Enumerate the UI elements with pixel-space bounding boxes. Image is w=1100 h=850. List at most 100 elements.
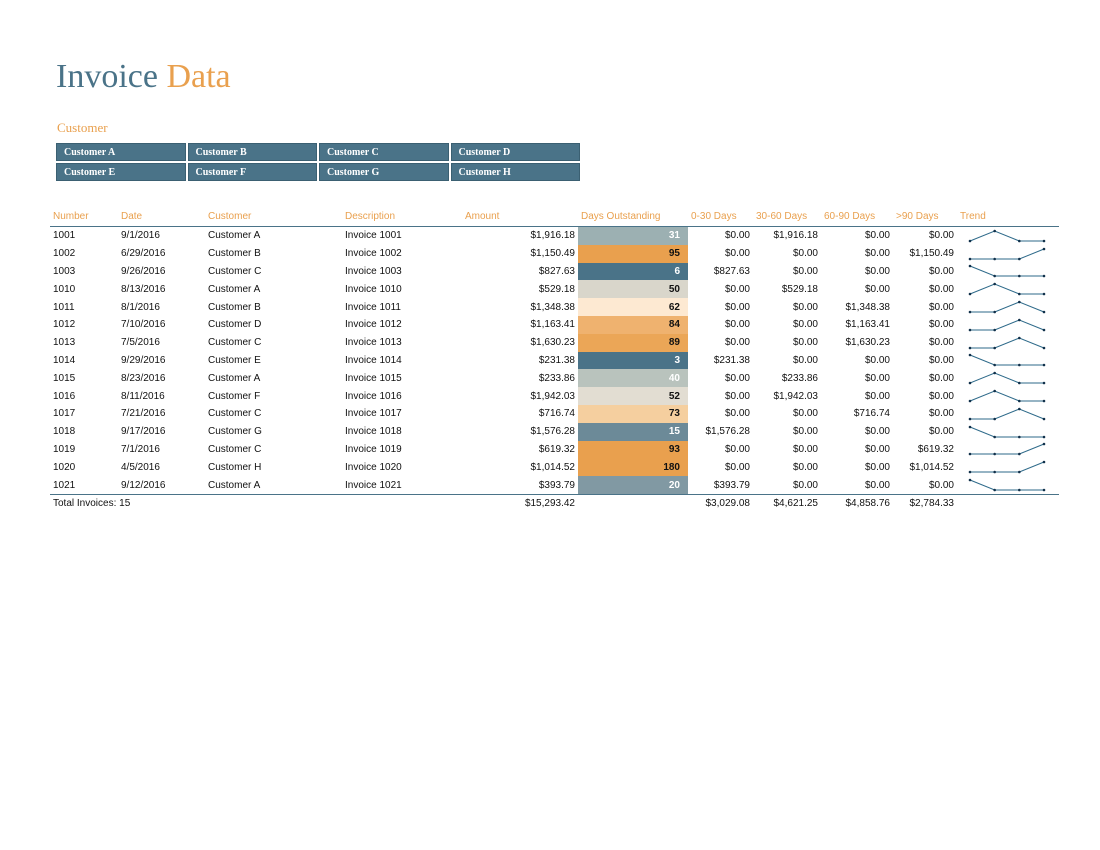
cell-60-90-days[interactable]: $0.00	[821, 476, 893, 494]
slicer-item-customer-a[interactable]: Customer A	[56, 143, 186, 161]
slicer-item-customer-e[interactable]: Customer E	[56, 163, 186, 181]
table-row[interactable]: 1021 9/12/2016 Customer A Invoice 1021 $393.…	[50, 476, 1059, 495]
cell-over-90-days[interactable]: $0.00	[893, 405, 957, 423]
column-header-description[interactable]: Description	[342, 206, 462, 227]
cell-number[interactable]: 1021	[50, 476, 118, 494]
cell-60-90-days[interactable]: $1,630.23	[821, 334, 893, 352]
slicer-item-customer-g[interactable]: Customer G	[319, 163, 449, 181]
table-row[interactable]: 1019 7/1/2016 Customer C Invoice 1019 $619.3…	[50, 440, 1059, 459]
table-row[interactable]: 1015 8/23/2016 Customer A Invoice 1015 $233.…	[50, 369, 1059, 388]
cell-60-90-days[interactable]: $0.00	[821, 369, 893, 387]
cell-number[interactable]: 1012	[50, 316, 118, 334]
cell-description[interactable]: Invoice 1014	[342, 352, 462, 370]
cell-days-outstanding[interactable]: 93	[578, 440, 688, 459]
cell-amount[interactable]: $1,942.03	[462, 387, 578, 405]
cell-number[interactable]: 1018	[50, 423, 118, 441]
cell-days-outstanding[interactable]: 31	[578, 226, 688, 245]
slicer-item-customer-h[interactable]: Customer H	[450, 163, 580, 181]
cell-30-60-days[interactable]: $0.00	[753, 441, 821, 459]
table-row[interactable]: 1020 4/5/2016 Customer H Invoice 1020 $1,014…	[50, 458, 1059, 477]
cell-number[interactable]: 1003	[50, 263, 118, 281]
cell-amount[interactable]: $1,576.28	[462, 423, 578, 441]
table-row[interactable]: 1013 7/5/2016 Customer C Invoice 1013 $1,630…	[50, 333, 1059, 352]
cell-0-30-days[interactable]: $0.00	[688, 405, 753, 423]
cell-amount[interactable]: $1,916.18	[462, 227, 578, 245]
column-header-date[interactable]: Date	[118, 206, 205, 227]
cell-amount[interactable]: $529.18	[462, 280, 578, 298]
cell-0-30-days[interactable]: $0.00	[688, 441, 753, 459]
cell-amount[interactable]: $233.86	[462, 369, 578, 387]
table-row[interactable]: 1018 9/17/2016 Customer G Invoice 1018 $1,57…	[50, 422, 1059, 441]
cell-number[interactable]: 1002	[50, 245, 118, 263]
cell-30-60-days[interactable]: $0.00	[753, 263, 821, 281]
cell-60-90-days[interactable]: $0.00	[821, 245, 893, 263]
column-header-days-outstanding[interactable]: Days Outstanding	[578, 206, 688, 227]
cell-amount[interactable]: $716.74	[462, 405, 578, 423]
cell-30-60-days[interactable]: $0.00	[753, 458, 821, 476]
cell-customer[interactable]: Customer C	[205, 334, 342, 352]
cell-customer[interactable]: Customer A	[205, 369, 342, 387]
cell-60-90-days[interactable]: $1,163.41	[821, 316, 893, 334]
cell-30-60-days[interactable]: $233.86	[753, 369, 821, 387]
cell-0-30-days[interactable]: $0.00	[688, 280, 753, 298]
cell-amount[interactable]: $619.32	[462, 441, 578, 459]
cell-30-60-days[interactable]: $1,942.03	[753, 387, 821, 405]
cell-days-outstanding[interactable]: 20	[578, 476, 688, 495]
cell-description[interactable]: Invoice 1017	[342, 405, 462, 423]
cell-days-outstanding[interactable]: 15	[578, 422, 688, 441]
cell-over-90-days[interactable]: $0.00	[893, 387, 957, 405]
cell-amount[interactable]: $1,163.41	[462, 316, 578, 334]
cell-days-outstanding[interactable]: 73	[578, 404, 688, 423]
table-row[interactable]: 1014 9/29/2016 Customer E Invoice 1014 $231.…	[50, 351, 1059, 370]
cell-customer[interactable]: Customer G	[205, 423, 342, 441]
cell-number[interactable]: 1011	[50, 298, 118, 316]
cell-30-60-days[interactable]: $0.00	[753, 316, 821, 334]
cell-over-90-days[interactable]: $0.00	[893, 263, 957, 281]
cell-date[interactable]: 9/29/2016	[118, 352, 205, 370]
cell-date[interactable]: 9/1/2016	[118, 227, 205, 245]
cell-over-90-days[interactable]: $0.00	[893, 369, 957, 387]
cell-30-60-days[interactable]: $0.00	[753, 405, 821, 423]
table-row[interactable]: 1016 8/11/2016 Customer F Invoice 1016 $1,94…	[50, 387, 1059, 405]
cell-60-90-days[interactable]: $0.00	[821, 458, 893, 476]
column-header-trend[interactable]: Trend	[957, 206, 1059, 227]
cell-customer[interactable]: Customer C	[205, 441, 342, 459]
cell-amount[interactable]: $1,014.52	[462, 458, 578, 476]
slicer-item-customer-f[interactable]: Customer F	[187, 163, 317, 181]
cell-over-90-days[interactable]: $0.00	[893, 280, 957, 298]
table-row[interactable]: 1010 8/13/2016 Customer A Invoice 1010 $529.…	[50, 280, 1059, 299]
cell-description[interactable]: Invoice 1018	[342, 423, 462, 441]
cell-0-30-days[interactable]: $827.63	[688, 263, 753, 281]
cell-over-90-days[interactable]: $0.00	[893, 298, 957, 316]
cell-description[interactable]: Invoice 1012	[342, 316, 462, 334]
cell-date[interactable]: 9/17/2016	[118, 423, 205, 441]
cell-customer[interactable]: Customer B	[205, 298, 342, 316]
cell-number[interactable]: 1001	[50, 227, 118, 245]
cell-30-60-days[interactable]: $0.00	[753, 334, 821, 352]
cell-0-30-days[interactable]: $1,576.28	[688, 423, 753, 441]
cell-date[interactable]: 8/13/2016	[118, 280, 205, 298]
cell-30-60-days[interactable]: $529.18	[753, 280, 821, 298]
table-row[interactable]: 1011 8/1/2016 Customer B Invoice 1011 $1,348…	[50, 298, 1059, 316]
cell-number[interactable]: 1015	[50, 369, 118, 387]
column-header-30-60-days[interactable]: 30-60 Days	[753, 206, 821, 227]
cell-description[interactable]: Invoice 1013	[342, 334, 462, 352]
cell-description[interactable]: Invoice 1021	[342, 476, 462, 494]
cell-customer[interactable]: Customer A	[205, 476, 342, 494]
cell-date[interactable]: 6/29/2016	[118, 245, 205, 263]
cell-0-30-days[interactable]: $0.00	[688, 245, 753, 263]
cell-date[interactable]: 8/23/2016	[118, 369, 205, 387]
cell-number[interactable]: 1020	[50, 458, 118, 476]
cell-30-60-days[interactable]: $0.00	[753, 352, 821, 370]
cell-number[interactable]: 1014	[50, 352, 118, 370]
cell-over-90-days[interactable]: $0.00	[893, 316, 957, 334]
column-header-60-90-days[interactable]: 60-90 Days	[821, 206, 893, 227]
table-row[interactable]: 1003 9/26/2016 Customer C Invoice 1003 $827.…	[50, 262, 1059, 281]
cell-customer[interactable]: Customer D	[205, 316, 342, 334]
cell-description[interactable]: Invoice 1010	[342, 280, 462, 298]
cell-date[interactable]: 8/11/2016	[118, 387, 205, 405]
cell-amount[interactable]: $1,348.38	[462, 298, 578, 316]
cell-30-60-days[interactable]: $0.00	[753, 298, 821, 316]
cell-0-30-days[interactable]: $0.00	[688, 369, 753, 387]
cell-days-outstanding[interactable]: 52	[578, 387, 688, 405]
